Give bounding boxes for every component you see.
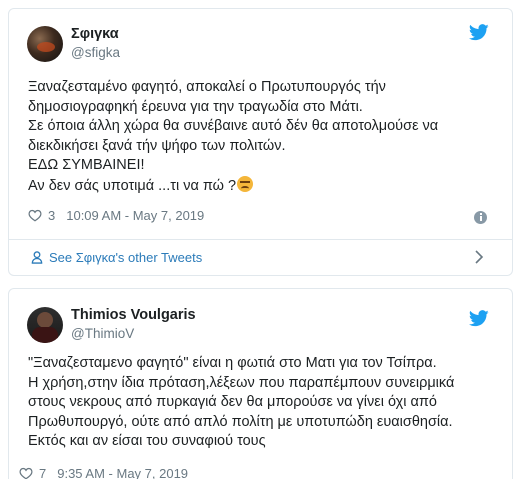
author-handle[interactable]: @sfigka xyxy=(71,45,120,60)
tweet-text-line: Σε όποια άλλη χώρα θα συνέβαινε αυτό δέν… xyxy=(28,118,439,134)
tweet-card: Thimios Voulgaris @ThimioV "Ξαναζεσταμεν… xyxy=(8,288,513,479)
timestamp-link[interactable]: 9:35 AM - May 7, 2019 xyxy=(57,466,188,479)
twitter-bird-icon[interactable] xyxy=(469,310,489,327)
avatar[interactable] xyxy=(27,26,63,62)
tweet-text-line-last: Αν δεν σάς υποτιμά ...τι να πώ ? xyxy=(28,175,498,197)
tweet-text-line: Πρωθυπουργό, ούτε από απλό πολίτη με υπο… xyxy=(28,413,453,430)
tweet-text: "Ξαναζεσταμενο φαγητό" είναι η φωτιά στο… xyxy=(28,354,498,452)
tweet-text-line: δημοσιογραφηκή έρευνα για την τραγωδία σ… xyxy=(28,98,363,115)
heart-icon[interactable] xyxy=(28,209,42,222)
timestamp-link[interactable]: 10:09 AM - May 7, 2019 xyxy=(66,208,204,223)
tweet-meta: 3 10:09 AM - May 7, 2019 xyxy=(28,208,204,223)
author-name[interactable]: Thimios Voulgaris xyxy=(71,307,196,323)
like-count: 7 xyxy=(39,466,47,479)
avatar[interactable] xyxy=(27,307,63,343)
heart-icon[interactable] xyxy=(19,467,33,479)
tweet-text-line: Ξαναζεσταμένο φαγητό, αποκαλεί ο Πρωτυπο… xyxy=(28,79,386,95)
tweet-text-line: διεκδικήσει ξανά τήν ψήφο των πολιτών. xyxy=(28,137,286,154)
tweet-text-segment: Αν δεν σάς υποτιμά ...τι να πώ ? xyxy=(28,177,237,194)
tweet-text-line: "Ξαναζεσταμενο φαγητό" είναι η φωτιά στο… xyxy=(28,355,437,371)
tweet-meta: 7 9:35 AM - May 7, 2019 xyxy=(19,466,188,479)
tweet-text: Ξαναζεσταμένο φαγητό, αποκαλεί ο Πρωτυπο… xyxy=(28,78,498,196)
info-icon[interactable] xyxy=(474,211,487,224)
user-icon xyxy=(31,251,43,264)
tweet-text-line: ΕΔΩ ΣΥΜΒΑΙΝΕΙ! xyxy=(28,157,145,173)
like-count: 3 xyxy=(48,208,56,223)
twitter-bird-icon[interactable] xyxy=(469,24,489,41)
see-other-tweets-label[interactable]: See Σφιγκα's other Tweets xyxy=(49,250,202,265)
angry-face-icon xyxy=(237,175,254,192)
chevron-right-icon[interactable] xyxy=(474,250,484,264)
tweet-card: Σφιγκα @sfigka Ξαναζεσταμένο φαγητό, απο… xyxy=(8,8,513,276)
tweet-text-line: Εκτός και αν είσαι του συναφιού τους xyxy=(28,433,266,449)
see-other-tweets-link[interactable]: See Σφιγκα's other Tweets xyxy=(31,250,202,265)
author-name[interactable]: Σφιγκα xyxy=(71,26,119,42)
tweet-text-line: στους νεκρους από πυρκαγιά δεν θα μπορού… xyxy=(28,394,437,410)
tweet-text-line: Η χρήση,στην ίδια πρόταση,λέξεων που παρ… xyxy=(28,374,455,391)
author-handle[interactable]: @ThimioV xyxy=(71,326,134,341)
divider xyxy=(9,239,512,240)
